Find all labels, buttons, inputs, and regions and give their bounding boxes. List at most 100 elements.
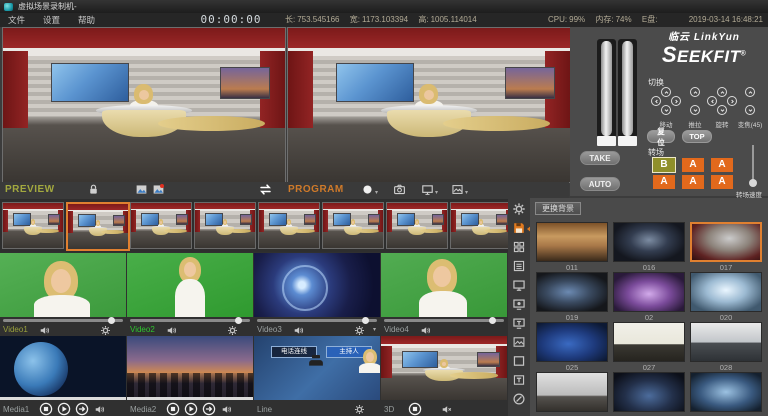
scene-thumb-partial-1[interactable]	[536, 372, 608, 412]
reset-button[interactable]: 复位	[647, 130, 675, 143]
auto-button[interactable]: AUTO	[580, 177, 620, 191]
tbar-handle-right[interactable]	[618, 136, 637, 146]
video2-audio-button[interactable]	[164, 324, 178, 336]
video3-volume-slider[interactable]	[257, 319, 377, 322]
program-monitor[interactable]	[287, 27, 571, 183]
line-settings-button[interactable]	[352, 403, 366, 415]
camera-angle-thumb-6[interactable]	[322, 202, 384, 249]
menu-file[interactable]: 文件	[8, 14, 25, 26]
scene-thumb-019[interactable]: 019	[536, 272, 608, 322]
transition-b-button[interactable]: B	[653, 158, 675, 172]
scene-thumb-020[interactable]: 020	[690, 272, 762, 322]
video1-settings-button[interactable]	[98, 324, 112, 336]
media2-audio-button[interactable]	[219, 403, 233, 415]
output-monitor-button[interactable]	[420, 183, 435, 198]
lock-button[interactable]	[86, 183, 101, 198]
image-dropdown-caret[interactable]: ▾	[465, 189, 468, 196]
monitor-dropdown-caret[interactable]: ▾	[435, 189, 438, 196]
move-right-button[interactable]	[671, 96, 681, 106]
transition-a-button[interactable]: A	[711, 175, 733, 189]
rotate-down-button[interactable]	[717, 105, 727, 115]
threed-thumbnail-selected[interactable]	[381, 336, 507, 400]
rail-monitor-button[interactable]	[511, 278, 527, 294]
top-button[interactable]: TOP	[682, 130, 712, 143]
host-button[interactable]: 主持人	[326, 346, 372, 358]
settings-dropdown-caret[interactable]: ▾	[373, 326, 376, 333]
transition-speed-slider[interactable]	[752, 145, 754, 185]
scene-thumb-027[interactable]: 027	[613, 322, 685, 372]
phone-call-button[interactable]: 电话连线	[271, 346, 317, 358]
rotate-right-button[interactable]	[727, 96, 737, 106]
camera-angle-thumb-4[interactable]	[194, 202, 256, 249]
rail-image-button[interactable]	[511, 335, 527, 351]
video3-audio-button[interactable]	[291, 324, 305, 336]
zoom-out-button[interactable]	[745, 105, 755, 115]
move-left-button[interactable]	[651, 96, 661, 106]
rotate-left-button[interactable]	[707, 96, 717, 106]
video4-audio-button[interactable]	[418, 324, 432, 336]
video4-volume-slider[interactable]	[384, 319, 504, 322]
rail-save-button-active[interactable]	[511, 221, 527, 237]
video1-volume-slider[interactable]	[3, 319, 123, 322]
video2-thumbnail[interactable]	[127, 253, 253, 317]
scene-thumb-025[interactable]: 025	[536, 322, 608, 372]
tbar-handle-left[interactable]	[597, 136, 616, 146]
media1-progress-bar[interactable]	[0, 397, 126, 400]
transition-tbar[interactable]	[597, 39, 638, 147]
rail-templates-button[interactable]	[511, 240, 527, 256]
slider-thumb[interactable]	[749, 179, 757, 187]
menu-help[interactable]: 帮助	[78, 14, 95, 26]
move-down-button[interactable]	[661, 105, 671, 115]
rail-frame-button[interactable]	[511, 354, 527, 370]
media2-play-button[interactable]	[183, 402, 198, 416]
video3-settings-button[interactable]	[352, 324, 366, 336]
camera-angle-thumb-2-selected[interactable]	[66, 202, 130, 251]
media1-stop-button[interactable]	[38, 402, 53, 416]
video1-thumbnail[interactable]	[0, 253, 126, 317]
media2-progress-bar[interactable]	[127, 397, 253, 400]
media1-play-button[interactable]	[56, 402, 71, 416]
media2-thumbnail[interactable]	[127, 336, 253, 400]
rail-settings-button[interactable]	[511, 202, 527, 218]
video2-settings-button[interactable]	[225, 324, 239, 336]
zoom-in-button[interactable]	[745, 87, 755, 97]
camera-angle-thumb-5[interactable]	[258, 202, 320, 249]
preview-monitor[interactable]	[2, 27, 286, 183]
line-thumbnail[interactable]: 电话连线 主持人	[254, 336, 380, 400]
rotate-up-button[interactable]	[717, 87, 727, 97]
scene-thumb-02[interactable]: 02	[613, 272, 685, 322]
transition-a-button[interactable]: A	[682, 175, 704, 189]
record-dropdown-caret[interactable]: ▾	[375, 189, 378, 196]
threed-audio-muted-button[interactable]	[439, 403, 453, 415]
move-up-button[interactable]	[661, 87, 671, 97]
video2-volume-slider[interactable]	[130, 319, 250, 322]
threed-stop-button[interactable]	[407, 402, 422, 416]
video4-thumbnail[interactable]	[381, 253, 507, 317]
camera-capture-button[interactable]	[392, 183, 407, 198]
media1-loop-button[interactable]	[74, 402, 89, 416]
transition-a-button[interactable]: A	[711, 158, 733, 172]
menu-settings[interactable]: 设置	[43, 14, 60, 26]
scene-thumb-028[interactable]: 028	[690, 322, 762, 372]
video3-thumbnail[interactable]	[254, 253, 380, 317]
camera-angle-thumb-8[interactable]	[450, 202, 512, 249]
rail-subtitle-button[interactable]	[511, 316, 527, 332]
scene-thumb-016[interactable]: 016	[613, 222, 685, 272]
scene-thumb-017-selected[interactable]: 017	[690, 222, 762, 272]
dolly-up-button[interactable]	[690, 87, 700, 97]
transition-a-button[interactable]: A	[653, 175, 675, 189]
camera-angle-thumb-3[interactable]	[130, 202, 192, 249]
scene-thumb-011[interactable]: 011	[536, 222, 608, 272]
media1-thumbnail[interactable]	[0, 336, 126, 400]
video1-audio-button[interactable]	[37, 324, 51, 336]
scene-thumb-partial-3[interactable]	[690, 372, 762, 412]
image-output-button[interactable]	[450, 183, 465, 198]
transition-a-button[interactable]: A	[682, 158, 704, 172]
change-background-tab[interactable]: 更换背景	[535, 202, 581, 215]
rail-playlist-button[interactable]	[511, 259, 527, 275]
media1-audio-button[interactable]	[92, 403, 106, 415]
snapshot-1-button[interactable]	[134, 183, 149, 198]
rail-lighting-button[interactable]	[511, 297, 527, 313]
take-button[interactable]: TAKE	[580, 151, 620, 165]
rail-edit-button[interactable]	[511, 392, 527, 408]
